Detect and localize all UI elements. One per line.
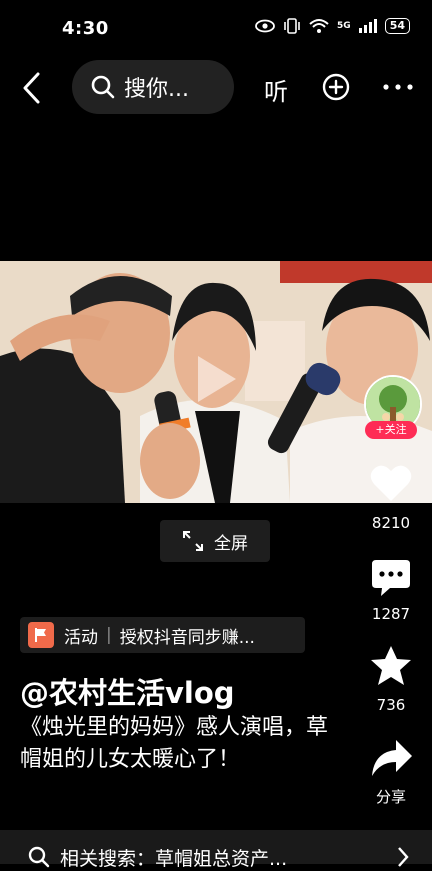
signal-icon [358,19,377,33]
search-box[interactable]: 搜你... [72,60,234,114]
fullscreen-button[interactable]: 全屏 [160,520,270,562]
comment-count: 1287 [371,605,411,623]
add-icon[interactable] [322,73,350,101]
search-icon [28,846,50,868]
status-time: 4:30 [62,18,109,39]
favorite-star-icon[interactable] [369,644,413,688]
battery-indicator: 54 [384,18,410,34]
related-search-text: 相关搜索：草帽姐总资产... [60,848,288,870]
network-type: 5G [337,21,351,31]
more-icon[interactable] [382,80,414,94]
post-description: 《烛光里的妈妈》感人演唱，草帽姐的儿女太暖心了！ [20,715,329,772]
share-arrow-icon[interactable] [370,738,414,778]
share-label: 分享 [375,788,406,806]
chevron-right-icon [398,847,409,867]
activity-separator: | [106,625,112,645]
back-icon[interactable] [18,70,46,106]
search-text: 搜你... [124,77,189,102]
search-icon [91,75,115,99]
vibrate-icon [284,18,300,34]
comment-icon[interactable] [370,558,412,598]
activity-tag: 活动 [64,627,98,648]
related-search-bar[interactable]: 相关搜索：草帽姐总资产... [0,830,432,870]
author-name[interactable]: @农村生活vlog [20,670,235,712]
listen-button[interactable]: 听 [264,72,288,107]
wifi-icon [309,19,329,33]
fullscreen-label: 全屏 [214,533,248,554]
status-icons: 5G 54 [255,18,410,34]
play-icon[interactable] [192,352,240,406]
follow-button[interactable]: +关注 [365,421,417,439]
flag-icon [28,622,54,648]
like-heart-icon[interactable] [369,463,413,503]
expand-icon [183,531,203,551]
activity-text: 授权抖音同步赚... [119,627,255,648]
like-count: 8210 [371,514,411,532]
eye-icon [255,19,275,33]
activity-chip[interactable]: 活动 | 授权抖音同步赚... [20,617,305,653]
favorite-count: 736 [376,696,406,714]
